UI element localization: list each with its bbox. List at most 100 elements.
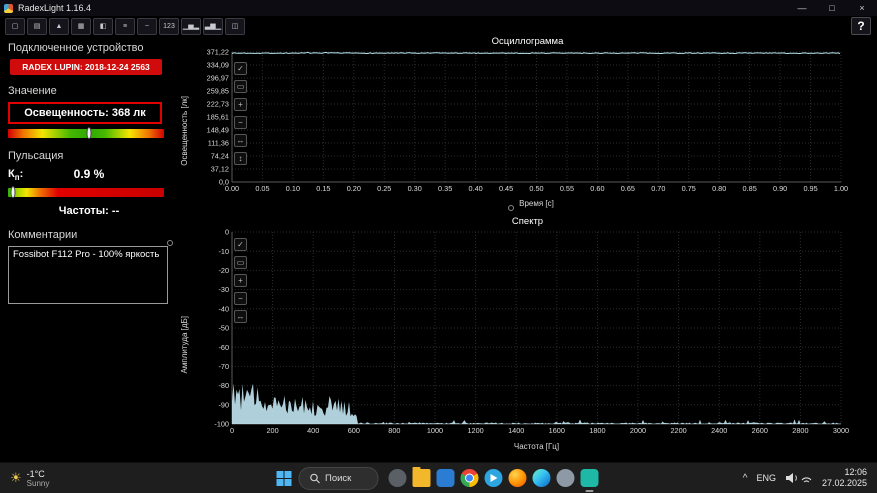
comments-section-heading: Комментарии [8,229,170,241]
kp-row: Кп: 0.9 % [8,167,170,183]
svg-text:0.60: 0.60 [590,184,604,193]
taskbar-app-file-explorer[interactable] [409,463,433,493]
search-box[interactable]: Поиск [298,467,378,490]
svg-text:2200: 2200 [670,426,686,435]
numeric-view-button[interactable]: 123 [159,18,179,35]
network-volume-icons[interactable] [785,472,813,484]
oscillogram-view-button[interactable]: ~ [137,18,157,35]
svg-text:371,22: 371,22 [207,48,229,57]
oscillogram-zoom-tool-3[interactable]: + [234,98,247,111]
system-tray: ^ ENG 12:06 27.02.2025 [743,467,877,490]
svg-text:400: 400 [307,426,319,435]
spectrum-plot[interactable]: 0200400600800100012001400160018002000220… [190,228,877,440]
taskbar-app-settings[interactable] [553,463,577,493]
svg-text:1600: 1600 [549,426,565,435]
help-button[interactable]: ? [851,17,871,35]
search-icon [309,473,320,484]
taskbar-app-radexlight[interactable] [577,463,601,493]
taskbar-app-chrome[interactable] [457,463,481,493]
svg-text:1.00: 1.00 [834,184,848,193]
svg-text:0.85: 0.85 [743,184,757,193]
telegram-icon [484,469,502,487]
oscillogram-title: Осциллограмма [178,36,877,48]
taskbar-app-firefox[interactable] [505,463,529,493]
oscillogram-plot[interactable]: 0.000.050.100.150.200.250.300.350.400.45… [190,48,877,198]
start-button[interactable] [276,471,291,486]
left-panel: Подключенное устройство RADEX LUPIN: 201… [0,36,178,462]
taskbar-app-edge[interactable] [529,463,553,493]
tray-expand-icon[interactable]: ^ [743,473,748,484]
device-badge[interactable]: RADEX LUPIN: 2018-12-24 2563 [10,59,162,75]
svg-text:1400: 1400 [508,426,524,435]
taskbar-app-mail[interactable] [433,463,457,493]
pulsation-marker [10,186,15,198]
svg-text:2800: 2800 [792,426,808,435]
oscillogram-zoom-tool-6[interactable]: ↕ [234,152,247,165]
settings-icon [556,469,574,487]
svg-text:0.80: 0.80 [712,184,726,193]
svg-text:1000: 1000 [427,426,443,435]
svg-text:185,61: 185,61 [207,113,229,122]
svg-text:3000: 3000 [833,426,849,435]
toolbar: ▢▤▲▦◧≡~123▁▅▂▃▆▁◫ ? [0,16,877,36]
clock[interactable]: 12:06 27.02.2025 [822,467,867,490]
svg-text:222,73: 222,73 [207,100,229,109]
svg-text:0,0: 0,0 [219,178,229,187]
svg-text:74,24: 74,24 [211,152,229,161]
chart-splitter-handle[interactable] [508,205,514,211]
svg-text:148,49: 148,49 [207,126,229,135]
svg-text:800: 800 [388,426,400,435]
language-indicator[interactable]: ENG [756,473,776,483]
taskbar-app-browser-dark[interactable] [385,463,409,493]
illuminance-value: Освещенность: 368 лк [8,102,162,124]
oscillogram-zoom-tools: ✓ ▭ + − ↔ ↕ [234,62,247,165]
svg-text:-60: -60 [218,343,229,352]
spectrum-zoom-tool-5[interactable]: ↔ [234,310,247,323]
svg-text:0.95: 0.95 [803,184,817,193]
settings-button[interactable]: ≡ [115,18,135,35]
spectrum-zoom-tool-1[interactable]: ✓ [234,238,247,251]
radexlight-window: RadexLight 1.16.4 — □ × ▢▤▲▦◧≡~123▁▅▂▃▆▁… [0,0,877,493]
svg-text:-50: -50 [218,324,229,333]
oscillogram-xlabel: Время [с] [232,199,841,208]
spectrum-ylabel: Амплитуда [дБ] [178,228,190,462]
weather-widget[interactable]: ☀ -1°C Sunny [0,469,59,488]
oscillogram-zoom-tool-5[interactable]: ↔ [234,134,247,147]
svg-text:0.20: 0.20 [347,184,361,193]
svg-text:600: 600 [348,426,360,435]
record-button[interactable]: ▢ [5,18,25,35]
comments-input[interactable]: Fossibot F112 Pro - 100% яркость [8,246,168,304]
titlebar: RadexLight 1.16.4 — □ × [0,0,877,16]
close-button[interactable]: × [847,0,877,16]
kp-label: Кп: [8,168,23,182]
oscillogram-zoom-tool-1[interactable]: ✓ [234,62,247,75]
toolbar-buttons: ▢▤▲▦◧≡~123▁▅▂▃▆▁◫ [5,18,247,35]
spectrum-view-button[interactable]: ▁▅▂ [181,18,201,35]
svg-text:2000: 2000 [630,426,646,435]
spectrum-zoom-tools: ✓ ▭ + − ↔ [234,238,247,323]
svg-text:0.70: 0.70 [651,184,665,193]
open-button[interactable]: ▤ [27,18,47,35]
panel-resize-dot[interactable] [167,240,173,246]
device-section-heading: Подключенное устройство [8,42,170,54]
maximize-button[interactable]: □ [817,0,847,16]
svg-text:0.45: 0.45 [499,184,513,193]
save-button[interactable]: ▦ [71,18,91,35]
svg-text:-10: -10 [218,247,229,256]
display-toggle-button[interactable]: ◧ [93,18,113,35]
spectrum-zoom-tool-4[interactable]: − [234,292,247,305]
minimize-button[interactable]: — [787,0,817,16]
layout-view-button[interactable]: ◫ [225,18,245,35]
oscillogram-zoom-tool-2[interactable]: ▭ [234,80,247,93]
svg-text:0: 0 [230,426,234,435]
window-title: RadexLight 1.16.4 [18,3,91,13]
svg-text:-80: -80 [218,381,229,390]
taskbar-app-telegram[interactable] [481,463,505,493]
oscillogram-zoom-tool-4[interactable]: − [234,116,247,129]
spectrum-zoom-tool-3[interactable]: + [234,274,247,287]
export-button[interactable]: ▲ [49,18,69,35]
spectrum-zoom-tool-2[interactable]: ▭ [234,256,247,269]
svg-text:0.40: 0.40 [468,184,482,193]
histogram-view-button[interactable]: ▃▆▁ [203,18,223,35]
weather-condition: Sunny [27,479,50,488]
